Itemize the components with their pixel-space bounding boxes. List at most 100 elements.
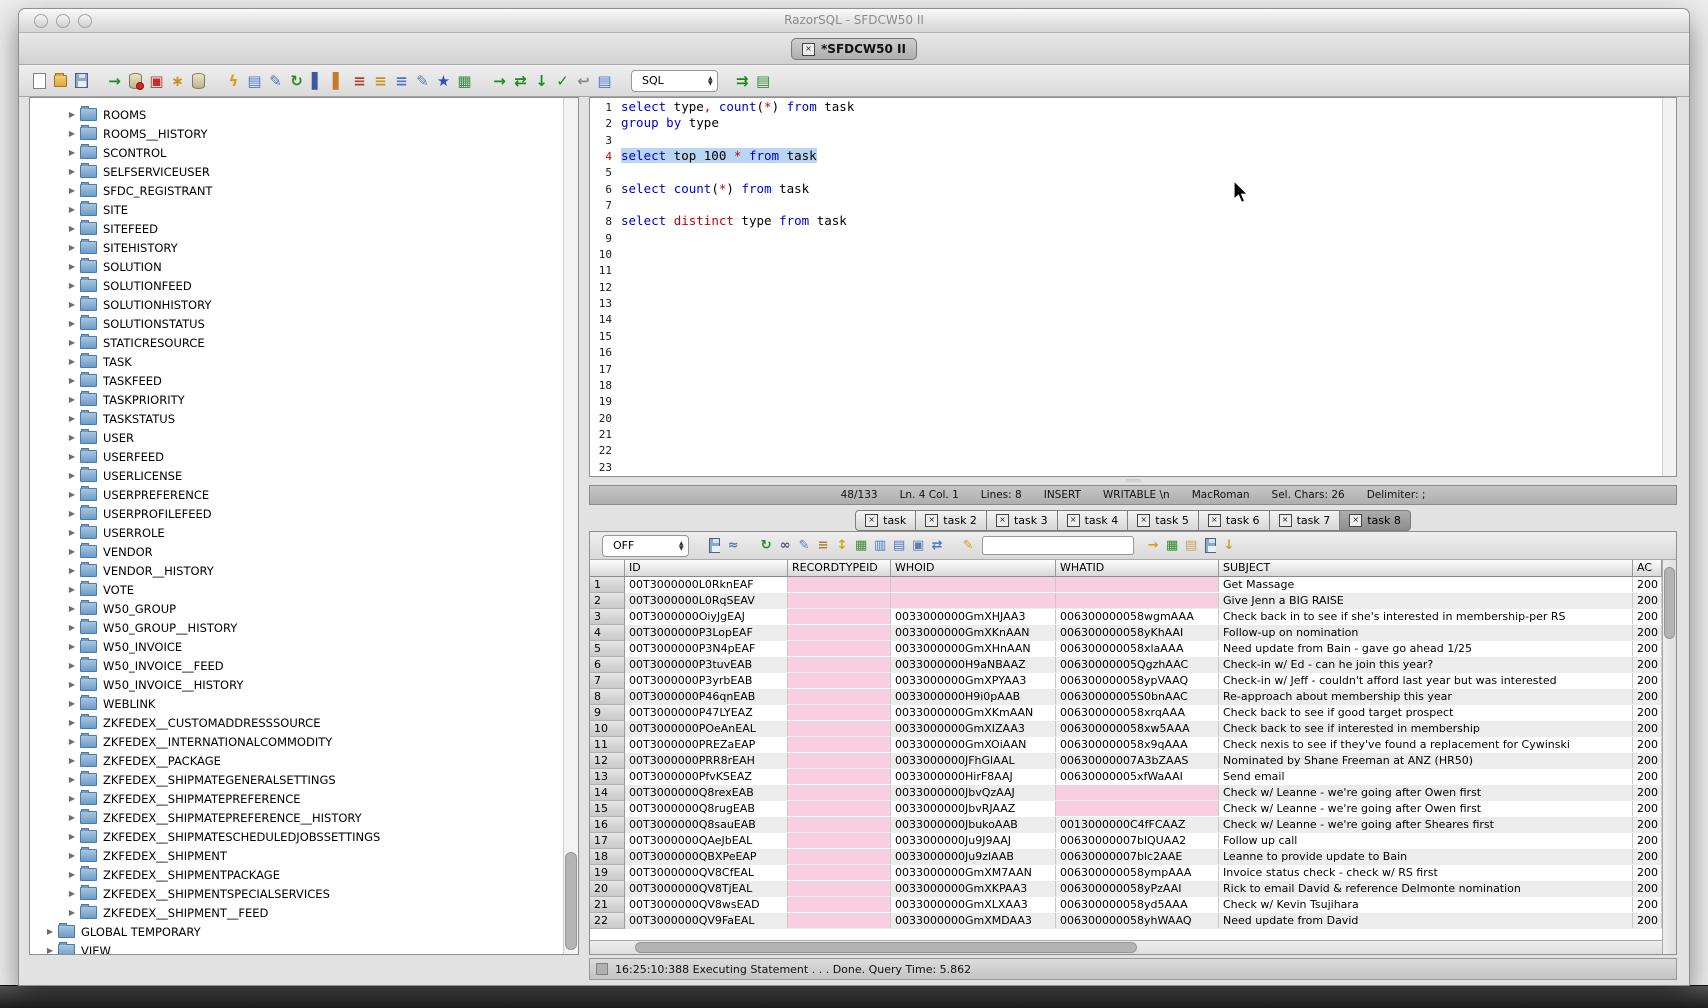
cell-AC[interactable]: 200 <box>1633 785 1662 800</box>
editor-line[interactable]: 2group by type <box>590 115 1662 131</box>
cell-AC[interactable]: 200 <box>1633 833 1662 848</box>
table-row[interactable]: 600T3000000P3tuvEAB0033000000H9aNBAAZ006… <box>590 657 1662 673</box>
table-row[interactable]: 500T3000000P3N4pEAF0033000000GmXHnAAN006… <box>590 641 1662 657</box>
disclosure-triangle-icon[interactable]: ▶ <box>64 699 80 708</box>
disclosure-triangle-icon[interactable]: ▶ <box>64 585 80 594</box>
cell-RECORDTYPEID[interactable] <box>788 897 891 912</box>
cell-RECORDTYPEID[interactable] <box>788 593 891 608</box>
cell-WHATID[interactable] <box>1056 801 1219 816</box>
cell-WHOID[interactable]: 0033000000H9i0pAAB <box>891 689 1056 704</box>
grid-hscrollbar-thumb[interactable] <box>635 942 1137 953</box>
tree-item-user[interactable]: ▶USER <box>30 428 578 447</box>
row-number[interactable]: 16 <box>590 817 625 833</box>
cell-RECORDTYPEID[interactable] <box>788 849 891 864</box>
tree-view-icon[interactable]: ≡ <box>814 536 833 555</box>
cell-ID[interactable]: 00T3000000Q8sauEAB <box>625 817 788 832</box>
list-red-icon[interactable]: ≡ <box>349 70 370 91</box>
cell-ID[interactable]: 00T3000000OiyJgEAJ <box>625 609 788 624</box>
close-tab-icon[interactable]: × <box>865 514 878 527</box>
tree-item-taskpriority[interactable]: ▶TASKPRIORITY <box>30 390 578 409</box>
cell-RECORDTYPEID[interactable] <box>788 641 891 656</box>
row-number[interactable]: 1 <box>590 577 625 593</box>
disclosure-triangle-icon[interactable]: ▶ <box>64 243 80 252</box>
cell-SUBJECT[interactable]: Check-in w/ Jeff - couldn't afford last … <box>1219 673 1633 688</box>
minimize-button[interactable] <box>56 14 70 28</box>
cell-WHOID[interactable] <box>891 577 1056 592</box>
row-number[interactable]: 13 <box>590 769 625 785</box>
cell-RECORDTYPEID[interactable] <box>788 657 891 672</box>
tree-item-selfserviceuser[interactable]: ▶SELFSERVICEUSER <box>30 162 578 181</box>
save-grid-icon[interactable] <box>1205 538 1216 553</box>
tree-item-sitehistory[interactable]: ▶SITEHISTORY <box>30 238 578 257</box>
disclosure-triangle-icon[interactable]: ▶ <box>64 433 80 442</box>
row-number[interactable]: 8 <box>590 689 625 705</box>
disclosure-triangle-icon[interactable]: ▶ <box>64 851 80 860</box>
cell-SUBJECT[interactable]: Need update from David <box>1219 913 1633 928</box>
tree-item-solutionstatus[interactable]: ▶SOLUTIONSTATUS <box>30 314 578 333</box>
cell-SUBJECT[interactable]: Check nexis to see if they've found a re… <box>1219 737 1633 752</box>
book-blue-icon[interactable]: ▌ <box>307 70 328 91</box>
column-header-WHATID[interactable]: WHATID <box>1056 560 1219 577</box>
cell-WHOID[interactable]: 0033000000GmXHJAA3 <box>891 609 1056 624</box>
disclosure-triangle-icon[interactable]: ▶ <box>64 547 80 556</box>
table-row[interactable]: 2000T3000000QV8TjEAL0033000000GmXKPAA300… <box>590 881 1662 897</box>
tree-item-solutionfeed[interactable]: ▶SOLUTIONFEED <box>30 276 578 295</box>
cell-AC[interactable]: 200 <box>1633 705 1662 720</box>
row-number[interactable]: 21 <box>590 897 625 913</box>
table-row[interactable]: 1000T3000000POeAnEAL0033000000GmXIZAA300… <box>590 721 1662 737</box>
database-browser-panel[interactable]: ▶ROOMS▶ROOMS__HISTORY▶SCONTROL▶SELFSERVI… <box>29 97 579 955</box>
disclosure-triangle-icon[interactable]: ▶ <box>64 870 80 879</box>
checklist-icon[interactable]: ▤ <box>244 70 265 91</box>
cell-WHOID[interactable]: 0033000000Ju9J9AAJ <box>891 833 1056 848</box>
cell-WHATID[interactable]: 00630000007A3bZAAS <box>1056 753 1219 768</box>
cell-SUBJECT[interactable]: Check w/ Leanne - we're going after Shea… <box>1219 817 1633 832</box>
pencil-list-icon[interactable]: ✎ <box>412 70 433 91</box>
results-tab-task-7[interactable]: ×task 7 <box>1270 510 1341 531</box>
title-bar[interactable]: RazorSQL - SFDCW50 II <box>19 9 1689 33</box>
cell-ID[interactable]: 00T3000000P3LopEAF <box>625 625 788 640</box>
table-row[interactable]: 200T3000000L0RqSEAVGive Jenn a BIG RAISE… <box>590 593 1662 609</box>
row-number[interactable]: 4 <box>590 625 625 641</box>
grid-vertical-scrollbar[interactable] <box>1662 560 1676 954</box>
max-rows-combo[interactable]: OFF▲▼ <box>602 535 689 557</box>
tree-item-sfdc-registrant[interactable]: ▶SFDC_REGISTRANT <box>30 181 578 200</box>
cell-ID[interactable]: 00T3000000QV8wsEAD <box>625 897 788 912</box>
editor-line[interactable]: 18 <box>590 377 1662 393</box>
table-row[interactable]: 2200T3000000QV9FaEAL0033000000GmXMDAA300… <box>590 913 1662 929</box>
cell-SUBJECT[interactable]: Check-in w/ Ed - can he join this year? <box>1219 657 1633 672</box>
zoom-button[interactable] <box>78 14 92 28</box>
close-tab-icon[interactable]: × <box>802 43 815 56</box>
disclosure-triangle-icon[interactable]: ▶ <box>64 566 80 575</box>
cell-SUBJECT[interactable]: Nominated by Shane Freeman at ANZ (HR50) <box>1219 753 1633 768</box>
script-icon[interactable]: ▤ <box>594 70 615 91</box>
cell-AC[interactable]: 200 <box>1633 609 1662 624</box>
cell-AC[interactable]: 200 <box>1633 721 1662 736</box>
cell-WHATID[interactable]: 006300000058wgmAAA <box>1056 609 1219 624</box>
cell-SUBJECT[interactable]: Invoice status check - check w/ RS first <box>1219 865 1633 880</box>
editor-scrollbar[interactable] <box>1662 98 1676 476</box>
tree-item-w50-invoice-history[interactable]: ▶W50_INVOICE__HISTORY <box>30 675 578 694</box>
editor-line[interactable]: 10 <box>590 246 1662 262</box>
cell-ID[interactable]: 00T3000000QBXPeEAP <box>625 849 788 864</box>
cell-RECORDTYPEID[interactable] <box>788 881 891 896</box>
tree-item-zkfedex-internationalcommodity[interactable]: ▶ZKFEDEX__INTERNATIONALCOMMODITY <box>30 732 578 751</box>
cell-WHATID[interactable]: 00630000005QgzhAAC <box>1056 657 1219 672</box>
copy-connection-icon[interactable]: ▣ <box>146 70 167 91</box>
swap-icon[interactable]: ⇄ <box>510 70 531 91</box>
copy-results-icon[interactable]: ▣ <box>909 536 928 555</box>
table-row[interactable]: 300T3000000OiyJgEAJ0033000000GmXHJAA3006… <box>590 609 1662 625</box>
cell-RECORDTYPEID[interactable] <box>788 913 891 928</box>
table-row[interactable]: 1700T3000000QAeJbEAL0033000000Ju9J9AAJ00… <box>590 833 1662 849</box>
table-row[interactable]: 1600T3000000Q8sauEAB0033000000JbukoAAB00… <box>590 817 1662 833</box>
commit-icon[interactable]: ✓ <box>552 70 573 91</box>
editor-line[interactable]: 3 <box>590 132 1662 148</box>
results-tab-task-3[interactable]: ×task 3 <box>987 510 1058 531</box>
cell-ID[interactable]: 00T3000000QAeJbEAL <box>625 833 788 848</box>
cell-WHATID[interactable]: 00630000005xfWaAAI <box>1056 769 1219 784</box>
cell-WHOID[interactable]: 0033000000GmXLXAA3 <box>891 897 1056 912</box>
cell-RECORDTYPEID[interactable] <box>788 689 891 704</box>
cell-SUBJECT[interactable]: Check back to see if interested in membe… <box>1219 721 1633 736</box>
tree-item-zkfedex-shipmatepreference[interactable]: ▶ZKFEDEX__SHIPMATEPREFERENCE <box>30 789 578 808</box>
cell-ID[interactable]: 00T3000000P3tuvEAB <box>625 657 788 672</box>
new-file-icon[interactable] <box>33 73 46 89</box>
